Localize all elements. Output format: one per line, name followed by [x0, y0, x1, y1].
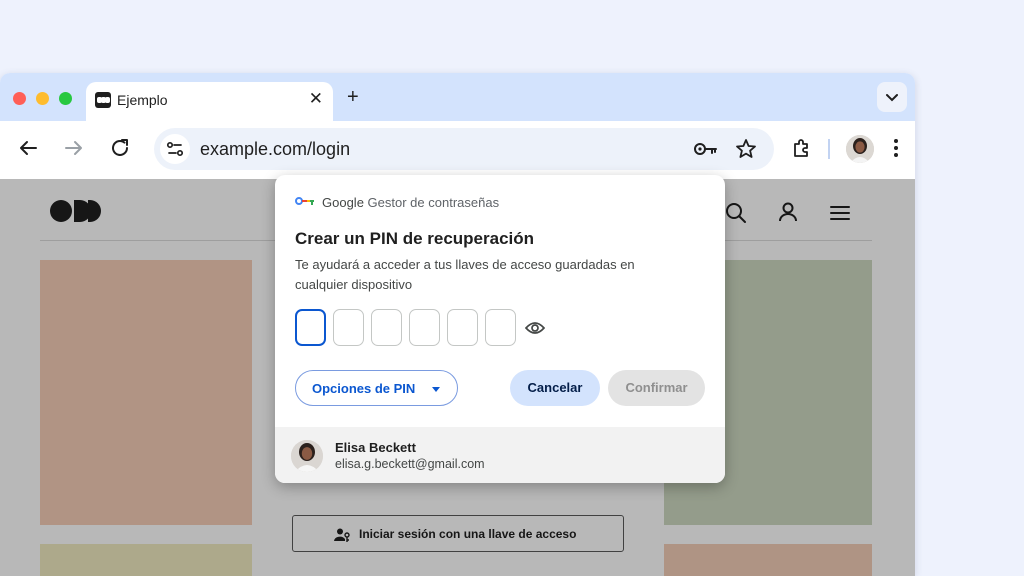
- address-bar[interactable]: example.com/login: [154, 128, 774, 170]
- cancel-button[interactable]: Cancelar: [510, 370, 600, 406]
- site-info-icon: [166, 141, 184, 157]
- window-maximize-button[interactable]: [59, 92, 72, 105]
- avatar: [291, 440, 323, 472]
- star-icon[interactable]: [734, 137, 758, 161]
- dropdown-caret-icon: [432, 387, 440, 392]
- account-email: elisa.g.beckett@gmail.com: [335, 457, 485, 471]
- google-label: Google: [322, 195, 364, 210]
- pin-digit-input[interactable]: [333, 309, 364, 346]
- forward-arrow-icon[interactable]: [62, 136, 86, 160]
- new-tab-button[interactable]: +: [347, 86, 359, 108]
- pin-digit-input[interactable]: [485, 309, 516, 346]
- pin-digit-input[interactable]: [409, 309, 440, 346]
- account-footer: Elisa Beckett elisa.g.beckett@gmail.com: [275, 427, 725, 483]
- pin-options-label: Opciones de PIN: [312, 381, 416, 396]
- reload-icon[interactable]: [108, 136, 132, 160]
- tab-search-button[interactable]: [877, 82, 907, 112]
- product-label: Gestor de contraseñas: [367, 195, 500, 210]
- pin-options-button[interactable]: Opciones de PIN: [295, 370, 458, 406]
- browser-toolbar: example.com/login: [0, 121, 915, 179]
- pin-digit-input[interactable]: [295, 309, 326, 346]
- more-vert-icon[interactable]: [884, 136, 908, 160]
- extensions-icon[interactable]: [790, 136, 814, 160]
- close-icon[interactable]: ✕: [309, 89, 323, 109]
- dialog-title: Crear un PIN de recuperación: [295, 229, 535, 248]
- pin-digit-input[interactable]: [447, 309, 478, 346]
- confirm-button[interactable]: Confirmar: [608, 370, 705, 406]
- window-minimize-button[interactable]: [36, 92, 49, 105]
- dialog-description: Te ayudará a acceder a tus llaves de acc…: [295, 257, 635, 292]
- chevron-down-icon: [886, 94, 898, 102]
- url-text[interactable]: example.com/login: [200, 139, 350, 160]
- tab-title: Ejemplo: [117, 92, 168, 108]
- avatar[interactable]: [846, 135, 874, 163]
- toolbar-divider: [828, 139, 830, 159]
- google-password-manager-icon: [295, 197, 314, 205]
- tab-strip: Ejemplo ✕ +: [0, 73, 915, 121]
- dialog-brand: Google Gestor de contraseñas: [322, 195, 499, 210]
- account-name: Elisa Beckett: [335, 440, 416, 455]
- password-manager-dialog: Google Gestor de contraseñas Crear un PI…: [275, 175, 725, 483]
- back-arrow-icon[interactable]: [16, 136, 40, 160]
- window-close-button[interactable]: [13, 92, 26, 105]
- key-icon[interactable]: [692, 137, 718, 161]
- pin-digit-input[interactable]: [371, 309, 402, 346]
- site-info-button[interactable]: [160, 134, 190, 164]
- browser-tab[interactable]: Ejemplo ✕: [86, 82, 333, 121]
- profile-photo: [846, 135, 874, 163]
- odd-logo-icon: [95, 92, 111, 108]
- profile-photo: [291, 440, 323, 472]
- eye-icon[interactable]: [525, 320, 545, 336]
